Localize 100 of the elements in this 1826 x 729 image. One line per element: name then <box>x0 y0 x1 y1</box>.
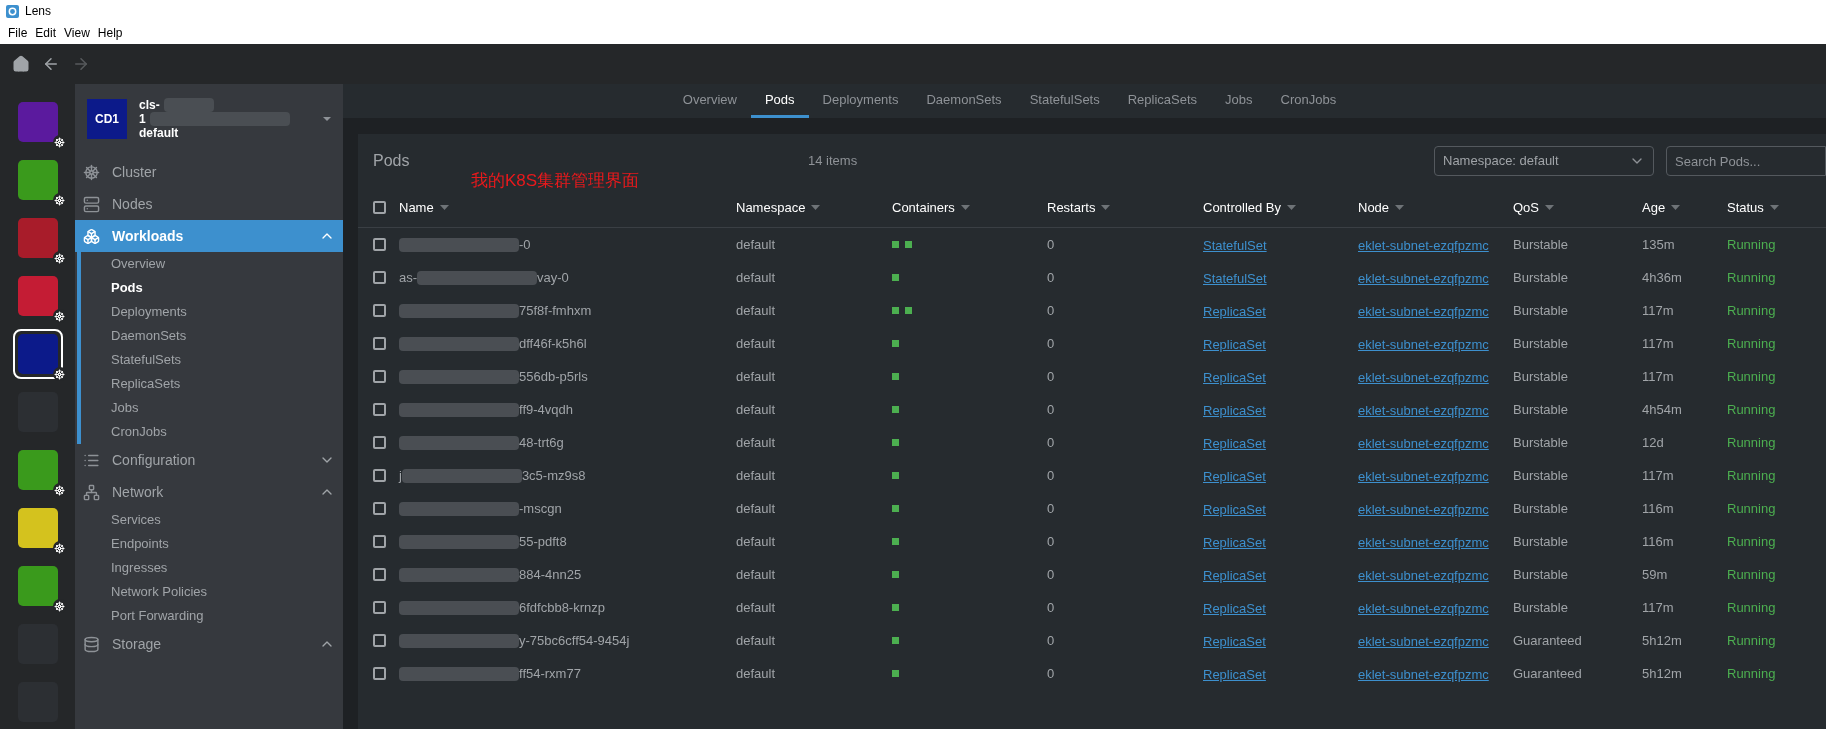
checkbox[interactable] <box>373 201 386 214</box>
table-cell-text: default <box>736 400 777 419</box>
checkbox[interactable] <box>373 601 386 614</box>
cluster-item[interactable] <box>12 329 63 379</box>
checkbox[interactable] <box>373 469 386 482</box>
table-cell-text: 0 <box>1047 565 1056 584</box>
controller-link[interactable]: ReplicaSet <box>1203 468 1266 484</box>
sidebar-subitem[interactable]: ReplicaSets <box>81 372 343 396</box>
search-field[interactable]: Search Pods... <box>1666 146 1826 176</box>
controller-link[interactable]: ReplicaSet <box>1203 534 1266 550</box>
column-header[interactable]: QoS <box>1513 197 1642 218</box>
node-link[interactable]: eklet-subnet-ezqfpzmc <box>1358 369 1489 385</box>
menu-item[interactable]: File <box>4 24 32 42</box>
pod-name: dff46f-k5h6l <box>519 334 587 353</box>
controller-link[interactable]: ReplicaSet <box>1203 369 1266 385</box>
table-cell-text: 116m <box>1642 499 1675 518</box>
tab[interactable]: Jobs <box>1211 84 1267 118</box>
node-link[interactable]: eklet-subnet-ezqfpzmc <box>1358 468 1489 484</box>
sidebar-subitem[interactable]: CronJobs <box>81 420 343 444</box>
table-cell-text: default <box>736 301 777 320</box>
table-cell-text: 116m <box>1642 532 1675 551</box>
sidebar-subitem[interactable]: Deployments <box>81 300 343 324</box>
node-link[interactable]: eklet-subnet-ezqfpzmc <box>1358 402 1489 418</box>
namespace-select[interactable]: Namespace: default <box>1434 146 1654 176</box>
tab[interactable]: CronJobs <box>1266 84 1351 118</box>
table-cell-text: 0 <box>1047 466 1056 485</box>
pod-name: 556db-p5rls <box>519 367 588 386</box>
node-link[interactable]: eklet-subnet-ezqfpzmc <box>1358 567 1489 583</box>
sidebar-item[interactable]: Network <box>75 476 343 508</box>
pod-name-start: j <box>399 466 402 485</box>
sidebar-subitem[interactable]: StatefulSets <box>81 348 343 372</box>
controller-link[interactable]: ReplicaSet <box>1203 303 1266 319</box>
tab[interactable]: Overview <box>668 84 751 118</box>
node-link[interactable]: eklet-subnet-ezqfpzmc <box>1358 303 1489 319</box>
controller-link[interactable]: ReplicaSet <box>1203 600 1266 616</box>
menu-item[interactable]: Edit <box>31 24 61 42</box>
sidebar-subitem[interactable]: Network Policies <box>81 580 343 604</box>
controller-link[interactable]: ReplicaSet <box>1203 501 1266 517</box>
sidebar-subitem[interactable]: Services <box>81 508 343 532</box>
tab[interactable]: Deployments <box>808 84 913 118</box>
sidebar-item[interactable]: Configuration <box>75 444 343 476</box>
tab[interactable]: DaemonSets <box>912 84 1016 118</box>
panel-title: Pods <box>373 151 411 171</box>
column-header[interactable]: Containers <box>892 197 1047 218</box>
sidebar-item[interactable]: Nodes <box>75 188 343 220</box>
checkbox[interactable] <box>373 304 386 317</box>
sidebar-subitem[interactable]: Overview <box>81 252 343 276</box>
node-link[interactable]: eklet-subnet-ezqfpzmc <box>1358 501 1489 517</box>
checkbox[interactable] <box>373 337 386 350</box>
checkbox[interactable] <box>373 634 386 647</box>
column-header[interactable]: Restarts <box>1047 197 1203 218</box>
checkbox[interactable] <box>373 238 386 251</box>
sidebar-item[interactable]: Workloads <box>75 220 343 252</box>
node-link[interactable]: eklet-subnet-ezqfpzmc <box>1358 435 1489 451</box>
menu-item[interactable]: View <box>60 24 94 42</box>
controller-link[interactable]: StatefulSet <box>1203 270 1267 286</box>
column-header[interactable]: Age <box>1642 197 1727 218</box>
column-header[interactable]: Controlled By <box>1203 197 1358 218</box>
column-header[interactable]: Name <box>399 197 736 218</box>
sidebar-subitem[interactable]: Port Forwarding <box>81 604 343 628</box>
back-button[interactable] <box>42 55 60 73</box>
checkbox[interactable] <box>373 667 386 680</box>
checkbox[interactable] <box>373 271 386 284</box>
tab[interactable]: StatefulSets <box>1015 84 1114 118</box>
node-link[interactable]: eklet-subnet-ezqfpzmc <box>1358 600 1489 616</box>
controller-link[interactable]: ReplicaSet <box>1203 567 1266 583</box>
sidebar-item[interactable]: Storage <box>75 628 343 660</box>
menu-item[interactable]: Help <box>93 24 127 42</box>
node-link[interactable]: eklet-subnet-ezqfpzmc <box>1358 336 1489 352</box>
column-header[interactable]: Node <box>1358 197 1513 218</box>
controller-link[interactable]: ReplicaSet <box>1203 336 1266 352</box>
controller-link[interactable]: StatefulSet <box>1203 237 1267 253</box>
checkbox[interactable] <box>373 535 386 548</box>
checkbox[interactable] <box>373 502 386 515</box>
node-link[interactable]: eklet-subnet-ezqfpzmc <box>1358 237 1489 253</box>
column-header[interactable]: Namespace <box>736 197 892 218</box>
sort-caret-icon <box>960 205 970 210</box>
controller-link[interactable]: ReplicaSet <box>1203 633 1266 649</box>
node-link[interactable]: eklet-subnet-ezqfpzmc <box>1358 666 1489 682</box>
node-link[interactable]: eklet-subnet-ezqfpzmc <box>1358 270 1489 286</box>
controller-link[interactable]: ReplicaSet <box>1203 435 1266 451</box>
home-button[interactable] <box>12 55 30 73</box>
controller-link[interactable]: ReplicaSet <box>1203 402 1266 418</box>
checkbox[interactable] <box>373 403 386 416</box>
controller-link[interactable]: ReplicaSet <box>1203 666 1266 682</box>
node-link[interactable]: eklet-subnet-ezqfpzmc <box>1358 534 1489 550</box>
table-cell-text: 117m <box>1642 301 1675 320</box>
sidebar-subitem[interactable]: DaemonSets <box>81 324 343 348</box>
sidebar-subitem[interactable]: Pods <box>81 276 343 300</box>
tab[interactable]: ReplicaSets <box>1113 84 1212 118</box>
checkbox[interactable] <box>373 436 386 449</box>
sidebar-subitem[interactable]: Ingresses <box>81 556 343 580</box>
node-link[interactable]: eklet-subnet-ezqfpzmc <box>1358 633 1489 649</box>
column-header[interactable]: Status <box>1727 197 1817 218</box>
sidebar-subitem[interactable]: Endpoints <box>81 532 343 556</box>
checkbox[interactable] <box>373 568 386 581</box>
window-title: Lens <box>25 3 52 20</box>
sidebar-item[interactable]: Cluster <box>75 156 343 188</box>
checkbox[interactable] <box>373 370 386 383</box>
sidebar-subitem[interactable]: Jobs <box>81 396 343 420</box>
